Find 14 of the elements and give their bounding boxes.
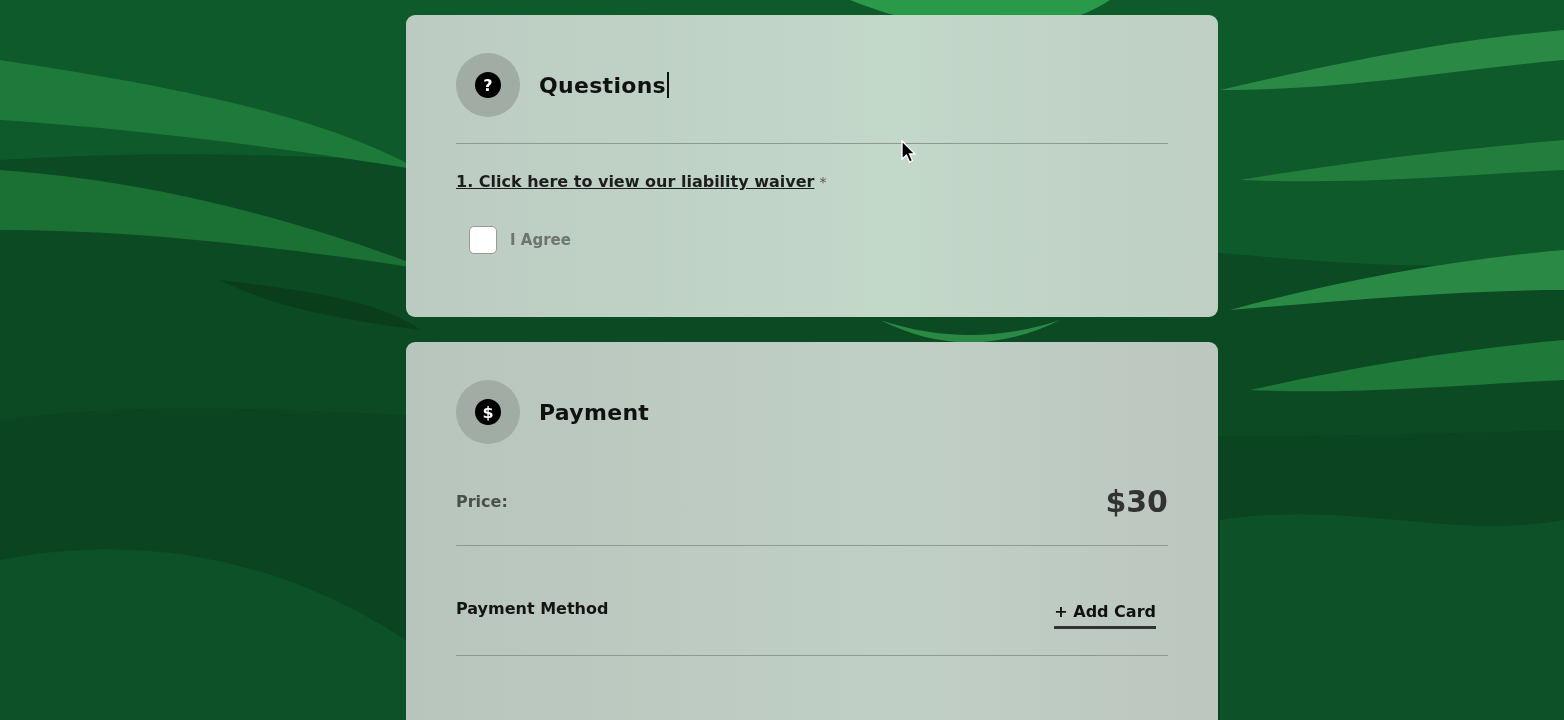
- text-cursor: [667, 72, 669, 98]
- add-card-button[interactable]: + Add Card: [1054, 602, 1156, 629]
- mouse-pointer-icon: [901, 140, 917, 164]
- question-icon: ?: [456, 53, 520, 117]
- required-mark: *: [819, 174, 827, 190]
- dollar-icon: $: [456, 380, 520, 444]
- checkbox[interactable]: [469, 226, 497, 254]
- price-label: Price:: [456, 492, 508, 511]
- waiver-link[interactable]: 1. Click here to view our liability waiver: [456, 172, 815, 191]
- payment-method-label: Payment Method: [456, 599, 609, 618]
- price-value: $30: [1105, 484, 1168, 519]
- section-title: Payment: [539, 399, 650, 425]
- checkbox-label: I Agree: [510, 231, 571, 249]
- section-title: Questions: [539, 72, 666, 98]
